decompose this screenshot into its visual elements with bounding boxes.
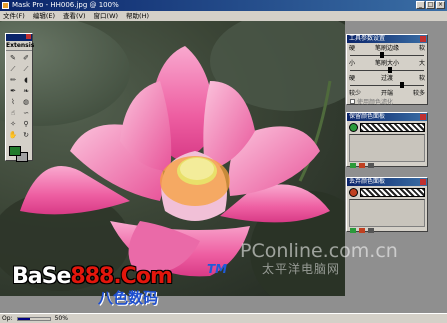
- magic-brush-icon[interactable]: ❧: [20, 86, 32, 96]
- drop-colors-header[interactable]: 丢弃颜色面板: [347, 178, 427, 186]
- progress-bar: [16, 317, 51, 321]
- logo-cn: 八色数码: [98, 289, 159, 307]
- row-label-right: 大: [418, 60, 425, 67]
- logo-part-c: .Com: [113, 264, 173, 289]
- menu-file[interactable]: 文件(F): [3, 11, 25, 21]
- checkbox-label: 使用颜色滤化: [357, 99, 394, 106]
- lasso-icon[interactable]: ∽: [20, 108, 32, 118]
- brush-edge-slider[interactable]: [350, 52, 424, 58]
- keep-color-icon[interactable]: [349, 123, 358, 132]
- row-label: 开端: [380, 90, 393, 97]
- keep-pen-icon[interactable]: ✎: [7, 53, 19, 63]
- keep-colors-panel: 保留颜色面板: [346, 112, 428, 168]
- status-bar: Op: 50%: [0, 313, 447, 323]
- smudge-icon[interactable]: ☝: [7, 108, 19, 118]
- bucket-icon[interactable]: ◖: [20, 75, 32, 85]
- menu-bar: 文件(F) 编辑(E) 查看(V) 窗口(W) 帮助(H): [0, 11, 447, 21]
- maximize-button[interactable]: □: [426, 1, 435, 9]
- hand-icon[interactable]: ✋: [7, 130, 19, 140]
- zoom-level[interactable]: 50%: [55, 314, 68, 323]
- color-swatches[interactable]: [9, 146, 29, 162]
- toolbox-close-icon[interactable]: [26, 34, 31, 39]
- brush-size-slider[interactable]: [350, 67, 424, 73]
- row-label-right: 较多: [412, 90, 425, 97]
- drop-color-icon[interactable]: [349, 188, 358, 197]
- row-label-left: 较少: [349, 90, 362, 97]
- keep-eyedropper-icon[interactable]: ⟋: [7, 64, 19, 74]
- minimize-button[interactable]: _: [416, 1, 425, 9]
- transition-row: 硬过渡软: [347, 73, 427, 82]
- trash-icon[interactable]: [368, 163, 374, 168]
- panel-close-icon[interactable]: [420, 36, 426, 42]
- pconline-watermark: PConline.com.cn: [240, 240, 398, 262]
- panel-close-icon[interactable]: [420, 179, 426, 185]
- toolbox-palette: Extensis ✎ ✐ ⟋ ⟋ ✏ ◖ ✒ ❧ ⌇ ◍ ☝ ∽ ✧ ⚲ ✋ ↻: [5, 33, 35, 162]
- trash-icon[interactable]: [368, 228, 374, 233]
- brush-edge-row: 硬笔刷边缘软: [347, 43, 427, 52]
- panel-close-icon[interactable]: [420, 114, 426, 120]
- start-row: 较少 开端 较多: [347, 88, 427, 97]
- mask-pro-window: Mask Pro - HH006.jpg @ 100% _ □ × 文件(F) …: [0, 0, 447, 323]
- pconline-cn-watermark: 太平洋电脑网: [262, 262, 341, 276]
- zoom-icon[interactable]: ⚲: [20, 119, 32, 129]
- transition-slider[interactable]: [350, 82, 424, 88]
- color-filter-checkbox[interactable]: 使用颜色滤化: [347, 97, 427, 106]
- keep-color-slot[interactable]: [360, 123, 425, 132]
- remove-color-icon[interactable]: [359, 163, 365, 168]
- logo-part-a: BaSe: [12, 264, 71, 289]
- menu-window[interactable]: 窗口(W): [94, 11, 119, 21]
- tool-options-title: 工具参数设置: [349, 35, 386, 42]
- progress-fill: [17, 318, 31, 320]
- logo-part-b: 888: [70, 264, 114, 289]
- magic-wand-icon[interactable]: ✧: [7, 119, 19, 129]
- row-label: 笔刷边缘: [374, 45, 399, 52]
- keep-colors-header[interactable]: 保留颜色面板: [347, 113, 427, 121]
- drop-eyedropper-icon[interactable]: ⟋: [20, 64, 32, 74]
- keep-colors-title: 保留颜色面板: [349, 113, 386, 120]
- window-title: Mask Pro - HH006.jpg @ 100%: [12, 1, 119, 9]
- brush-icon[interactable]: ✏: [7, 75, 19, 85]
- drop-pen-icon[interactable]: ✐: [20, 53, 32, 63]
- opacity-label: Op:: [2, 315, 13, 322]
- menu-help[interactable]: 帮助(H): [126, 11, 149, 21]
- drop-colors-title: 丢弃颜色面板: [349, 178, 386, 185]
- magic-pen-icon[interactable]: ✒: [7, 86, 19, 96]
- blur-icon[interactable]: ◍: [20, 97, 32, 107]
- rotate-icon[interactable]: ↻: [20, 130, 32, 140]
- app-icon: [2, 2, 9, 9]
- drop-colors-list[interactable]: [349, 199, 425, 227]
- row-label-right: 软: [418, 75, 425, 82]
- base888-logo: BaSe888.Com: [12, 264, 173, 289]
- title-bar: Mask Pro - HH006.jpg @ 100% _ □ ×: [0, 0, 447, 11]
- add-color-icon[interactable]: [350, 163, 356, 168]
- keep-colors-list[interactable]: [349, 134, 425, 162]
- drop-colors-panel: 丢弃颜色面板: [346, 177, 428, 233]
- toolbox-title: Extensis: [6, 42, 35, 51]
- drop-color-slot[interactable]: [360, 188, 425, 197]
- foreground-color-swatch[interactable]: [9, 146, 21, 156]
- trademark: TM: [207, 262, 228, 276]
- row-label: 过渡: [380, 75, 393, 82]
- menu-edit[interactable]: 编辑(E): [33, 11, 55, 21]
- tool-options-panel: 工具参数设置 硬笔刷边缘软 小笔刷大小大 硬过渡软 较少 开端 较多 使用颜色滤化: [346, 34, 428, 106]
- tool-options-header[interactable]: 工具参数设置: [347, 35, 427, 43]
- brush-size-row: 小笔刷大小大: [347, 58, 427, 67]
- row-label-right: 软: [418, 45, 425, 52]
- menu-view[interactable]: 查看(V): [63, 11, 86, 21]
- toolbox-header[interactable]: [6, 34, 32, 41]
- remove-color-icon[interactable]: [359, 228, 365, 233]
- chisel-icon[interactable]: ⌇: [7, 97, 19, 107]
- row-label: 笔刷大小: [374, 60, 399, 67]
- add-color-icon[interactable]: [350, 228, 356, 233]
- close-button[interactable]: ×: [436, 1, 445, 9]
